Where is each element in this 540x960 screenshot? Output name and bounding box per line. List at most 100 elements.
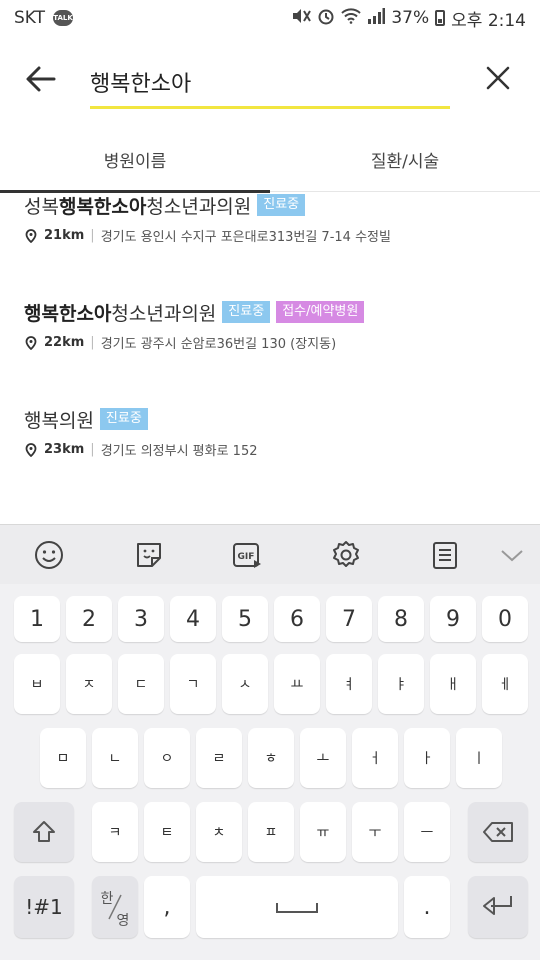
- name-suffix: 청소년과의원: [111, 302, 217, 325]
- hospital-name: 성복행복한소아청소년과의원: [24, 192, 251, 219]
- key-mieum[interactable]: ㅁ: [40, 728, 86, 788]
- alarm-icon: [317, 7, 335, 29]
- name-suffix: 청소년과의원: [146, 195, 252, 218]
- close-icon[interactable]: [482, 62, 514, 94]
- space-key[interactable]: [196, 876, 398, 938]
- key-kieuk[interactable]: ㅋ: [92, 802, 138, 862]
- period-key[interactable]: .: [404, 876, 450, 938]
- key-rieul[interactable]: ㄹ: [196, 728, 242, 788]
- status-bar: SKT TALK 37% 오후 2:14: [0, 0, 540, 36]
- language-toggle-key[interactable]: 한 영: [92, 876, 138, 938]
- gif-icon[interactable]: GIF: [231, 539, 263, 571]
- mute-icon: [291, 8, 312, 28]
- list-item[interactable]: 성복행복한소아청소년과의원 진료중 21km | 경기도 용인시 수지구 포은대…: [24, 192, 524, 245]
- comma-key[interactable]: ,: [144, 876, 190, 938]
- key-8[interactable]: 8: [378, 596, 424, 642]
- key-0[interactable]: 0: [482, 596, 528, 642]
- key-bieup[interactable]: ㅂ: [14, 654, 60, 714]
- key-7[interactable]: 7: [326, 596, 372, 642]
- result-title-row: 행복한소아청소년과의원 진료중 접수/예약병원: [24, 299, 524, 325]
- clock: 오후 2:14: [451, 10, 526, 31]
- key-yo[interactable]: ㅛ: [274, 654, 320, 714]
- status-badge: 진료중: [257, 194, 306, 216]
- tab-label: 질환/시술: [370, 152, 440, 172]
- language-toggle-icon: 한 영: [101, 891, 130, 929]
- key-a[interactable]: ㅏ: [404, 728, 450, 788]
- kakaotalk-notification-icon: TALK: [53, 10, 74, 26]
- key-eu[interactable]: ㅡ: [404, 802, 450, 862]
- key-yu[interactable]: ㅠ: [300, 802, 346, 862]
- hospital-name: 행복한소아청소년과의원: [24, 299, 216, 326]
- key-2[interactable]: 2: [66, 596, 112, 642]
- results-list: 성복행복한소아청소년과의원 진료중 21km | 경기도 용인시 수지구 포은대…: [0, 192, 540, 524]
- shift-key[interactable]: [14, 802, 74, 862]
- key-hieut[interactable]: ㅎ: [248, 728, 294, 788]
- key-jieut[interactable]: ㅈ: [66, 654, 112, 714]
- key-i[interactable]: ㅣ: [456, 728, 502, 788]
- key-tieut[interactable]: ㅌ: [144, 802, 190, 862]
- key-yeo[interactable]: ㅕ: [326, 654, 372, 714]
- location-pin-icon: [25, 442, 37, 457]
- key-6[interactable]: 6: [274, 596, 320, 642]
- search-tabs: 병원이름 질환/시술: [0, 128, 540, 193]
- key-giyeok[interactable]: ㄱ: [170, 654, 216, 714]
- svg-text:GIF: GIF: [238, 552, 255, 562]
- key-ieung[interactable]: ㅇ: [144, 728, 190, 788]
- name-prefix: 성복: [24, 195, 59, 218]
- search-underline: [90, 106, 450, 109]
- key-pieup[interactable]: ㅍ: [248, 802, 294, 862]
- sticker-icon[interactable]: [133, 539, 165, 571]
- status-left: SKT TALK: [14, 8, 74, 28]
- emoji-icon[interactable]: [33, 539, 65, 571]
- backspace-key[interactable]: [468, 802, 528, 862]
- list-item[interactable]: 행복의원 진료중 23km | 경기도 의정부시 평화로 152: [24, 406, 524, 459]
- key-nieun[interactable]: ㄴ: [92, 728, 138, 788]
- result-meta: 23km | 경기도 의정부시 평화로 152: [24, 440, 524, 459]
- enter-key[interactable]: [468, 876, 528, 938]
- key-ya[interactable]: ㅑ: [378, 654, 424, 714]
- soft-keyboard: GIF 1 2 3 4 5 6 7 8 9 0 ㅂ ㅈ ㄷ ㄱ ㅅ ㅛ ㅕ ㅑ …: [0, 524, 540, 960]
- result-title-row: 행복의원 진료중: [24, 406, 524, 432]
- symbols-key[interactable]: !#1: [14, 876, 74, 938]
- battery-icon: [435, 10, 446, 26]
- backspace-icon: [483, 822, 513, 842]
- chevron-down-icon[interactable]: [496, 539, 528, 571]
- name-highlight: 행복한소아: [24, 302, 112, 325]
- list-item[interactable]: 행복한소아청소년과의원 진료중 접수/예약병원 22km | 경기도 광주시 순…: [24, 299, 524, 352]
- keyboard-toolbar: GIF: [0, 524, 540, 584]
- status-right: 37% 오후 2:14: [291, 6, 526, 31]
- reservation-badge: 접수/예약병원: [276, 301, 365, 323]
- tab-hospital-name[interactable]: 병원이름: [0, 128, 270, 193]
- status-badge: 진료중: [99, 408, 148, 430]
- search-input[interactable]: [90, 62, 450, 102]
- key-9[interactable]: 9: [430, 596, 476, 642]
- key-e[interactable]: ㅔ: [482, 654, 528, 714]
- result-title-row: 성복행복한소아청소년과의원 진료중: [24, 192, 524, 218]
- search-header: [0, 36, 540, 122]
- divider: |: [90, 228, 95, 243]
- key-o[interactable]: ㅗ: [300, 728, 346, 788]
- key-3[interactable]: 3: [118, 596, 164, 642]
- distance: 23km: [44, 442, 85, 457]
- gear-icon[interactable]: [330, 539, 362, 571]
- key-u[interactable]: ㅜ: [352, 802, 398, 862]
- result-meta: 22km | 경기도 광주시 순암로36번길 130 (장지동): [24, 333, 524, 352]
- key-digeut[interactable]: ㄷ: [118, 654, 164, 714]
- key-eo[interactable]: ㅓ: [352, 728, 398, 788]
- key-4[interactable]: 4: [170, 596, 216, 642]
- lang-top-label: 한: [101, 891, 114, 907]
- tab-disease-treatment[interactable]: 질환/시술: [270, 128, 540, 191]
- key-siot[interactable]: ㅅ: [222, 654, 268, 714]
- divider: |: [90, 442, 95, 457]
- location-pin-icon: [25, 335, 37, 350]
- key-1[interactable]: 1: [14, 596, 60, 642]
- key-chieut[interactable]: ㅊ: [196, 802, 242, 862]
- key-5[interactable]: 5: [222, 596, 268, 642]
- tab-label: 병원이름: [103, 152, 167, 172]
- key-ae[interactable]: ㅐ: [430, 654, 476, 714]
- address: 경기도 용인시 수지구 포은대로313번길 7-14 수정빌: [100, 230, 391, 245]
- arrow-left-icon[interactable]: [24, 62, 58, 96]
- clipboard-icon[interactable]: [429, 539, 461, 571]
- distance: 22km: [44, 335, 85, 350]
- shift-arrow-icon: [33, 821, 55, 842]
